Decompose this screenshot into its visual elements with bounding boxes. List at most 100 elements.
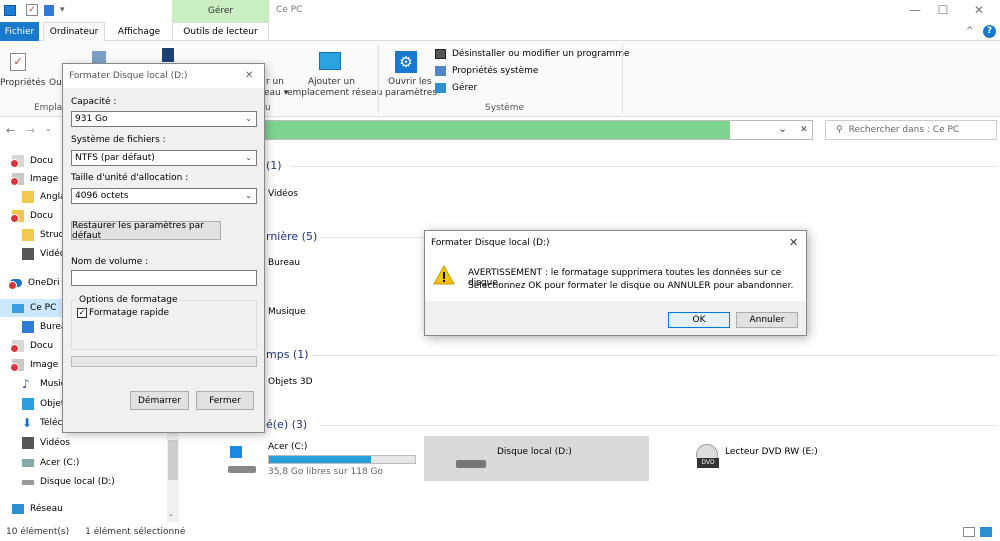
folder-objets-3d-label[interactable]: Objets 3D <box>268 377 313 387</box>
recent-dropdown-icon[interactable]: ⌄ <box>45 124 52 133</box>
minimize-button[interactable]: — <box>902 3 928 19</box>
ribbon-map-drive-label2[interactable]: eau ▾ <box>264 88 288 98</box>
nav-item-anglais[interactable]: Angla <box>22 188 66 206</box>
warning-icon <box>433 265 455 285</box>
ribbon-system-properties-label[interactable]: Propriétés système <box>452 66 538 76</box>
tab-affichage[interactable]: Affichage <box>112 22 166 41</box>
warning-dialog-title: Formater Disque local (D:) <box>431 238 550 248</box>
help-icon[interactable]: ? <box>983 25 996 38</box>
nav-item-onedrive[interactable]: OneDri <box>8 274 59 292</box>
ok-button[interactable]: OK <box>668 312 730 328</box>
ribbon-group-systeme: Système <box>485 103 525 113</box>
sync-error-icon <box>10 363 19 372</box>
ribbon-open-settings-label2[interactable]: paramètres <box>385 88 437 98</box>
folder-bureau-label[interactable]: Bureau <box>268 258 300 268</box>
nav-item-ce-pc[interactable]: Ce PC <box>0 299 62 317</box>
tab-outils-de-lecteur[interactable]: Outils de lecteur <box>172 22 269 41</box>
tab-fichier[interactable]: Fichier <box>0 22 39 41</box>
folder-videos-label[interactable]: Vidéos <box>268 189 298 199</box>
drive-c[interactable] <box>228 446 258 478</box>
format-dialog-close-icon[interactable]: ✕ <box>245 70 253 81</box>
drive-icon <box>22 479 34 485</box>
ribbon-map-drive-label[interactable]: r un <box>266 77 284 87</box>
address-bar[interactable] <box>176 120 813 140</box>
map-drive-icon[interactable] <box>162 48 174 62</box>
ribbon-proprietes-label[interactable]: Propriétés <box>0 78 45 88</box>
system-properties-icon[interactable] <box>435 66 446 76</box>
windows-logo-icon <box>230 446 242 458</box>
scroll-down-icon[interactable]: ⌄ <box>168 510 174 518</box>
drive-c-name[interactable]: Acer (C:) <box>268 442 307 452</box>
section-header-2[interactable]: rnière (5) <box>266 230 317 243</box>
manage-icon[interactable] <box>435 83 446 93</box>
new-folder-qa-icon[interactable] <box>44 5 54 16</box>
warning-dialog-close-icon[interactable]: ✕ <box>789 236 798 249</box>
capacity-select[interactable]: 931 Go ⌄ <box>71 111 257 127</box>
nav-item-acer-c[interactable]: Acer (C:) <box>22 454 79 472</box>
status-bar: 10 élément(s) 1 élément sélectionné <box>0 523 1000 541</box>
close-button[interactable]: ✕ <box>966 3 992 19</box>
nav-item-documents[interactable]: Docu <box>10 152 53 170</box>
nav-item-disque-d[interactable]: Disque local (D:) <box>22 473 115 491</box>
maximize-button[interactable]: ☐ <box>930 3 956 19</box>
qa-dropdown-icon[interactable]: ▾ <box>60 5 65 15</box>
nav-item-images[interactable]: Image <box>10 170 58 188</box>
nav-item-reseau[interactable]: Réseau <box>12 500 63 518</box>
section-divider <box>320 237 424 238</box>
ribbon-manage-label[interactable]: Gérer <box>452 83 477 93</box>
allocation-size-select[interactable]: 4096 octets ⌄ <box>71 188 257 204</box>
section-header-4[interactable]: é(e) (3) <box>266 418 307 431</box>
search-placeholder: Rechercher dans : Ce PC <box>848 125 960 135</box>
quick-format-checkbox[interactable]: ✓ <box>77 308 87 318</box>
filesystem-select[interactable]: NTFS (par défaut) ⌄ <box>71 150 257 166</box>
nav-item-musique[interactable]: ♪ Music <box>22 375 66 393</box>
ribbon-add-network-label2[interactable]: emplacement réseau <box>287 88 382 98</box>
collapse-ribbon-icon[interactable]: ^ <box>966 26 974 36</box>
drive-d-selected[interactable] <box>424 436 649 481</box>
address-dropdown-icon[interactable]: ⌄ <box>778 122 787 135</box>
ribbon-uninstall-label[interactable]: Désinstaller ou modifier un programme <box>452 49 630 59</box>
network-location-icon[interactable] <box>319 52 341 70</box>
large-icons-view-icon[interactable] <box>980 527 992 537</box>
start-button[interactable]: Démarrer <box>130 391 189 410</box>
section-header-3[interactable]: mps (1) <box>266 348 309 361</box>
ribbon-open-settings-label[interactable]: Ouvrir les <box>388 77 432 87</box>
tab-ordinateur[interactable]: Ordinateur <box>43 22 105 41</box>
back-arrow-icon[interactable]: ← <box>6 124 15 137</box>
folder-musique-label[interactable]: Musique <box>268 307 306 317</box>
sync-error-icon <box>10 214 19 223</box>
section-header-1[interactable]: (1) <box>266 159 282 172</box>
manage-tab-header[interactable]: Gérer <box>172 0 269 22</box>
sync-error-icon <box>10 159 19 168</box>
cancel-button[interactable]: Annuler <box>736 312 798 328</box>
nav-item-bureau[interactable]: Burea <box>22 318 66 336</box>
download-arrow-icon: ⬇ <box>22 416 33 430</box>
volume-name-input[interactable] <box>71 270 257 286</box>
drive-e-name[interactable]: Lecteur DVD RW (E:) <box>725 447 818 457</box>
nav-item-objets-3d[interactable]: Objet <box>22 395 64 413</box>
nav-item-documents-3[interactable]: Docu <box>10 337 53 355</box>
drive-d-icon <box>456 460 486 468</box>
properties-icon[interactable]: ✓ <box>10 53 26 71</box>
quick-format-label[interactable]: Formatage rapide <box>89 308 169 318</box>
forward-arrow-icon[interactable]: → <box>26 124 35 137</box>
nav-item-images-2[interactable]: Image <box>10 356 58 374</box>
dvd-badge: DVD <box>697 458 719 468</box>
restore-defaults-button[interactable]: Restaurer les paramètres par défaut <box>71 221 221 241</box>
nav-scrollbar-thumb[interactable] <box>168 440 178 480</box>
nav-item-telechargements[interactable]: ⬇ Téléc <box>22 414 63 432</box>
properties-qa-icon[interactable]: ✓ <box>26 4 38 16</box>
nav-item-structure[interactable]: Struct <box>22 226 67 244</box>
nav-item-videos-1[interactable]: Vidéo <box>22 245 65 263</box>
search-box[interactable]: ⚲ Rechercher dans : Ce PC <box>825 120 997 140</box>
settings-gear-icon[interactable]: ⚙ <box>395 51 417 73</box>
address-clear-icon[interactable]: ✕ <box>800 125 808 135</box>
details-view-icon[interactable] <box>963 527 975 537</box>
drive-d-name[interactable]: Disque local (D:) <box>497 447 572 457</box>
nav-item-videos[interactable]: Vidéos <box>22 434 70 452</box>
ribbon-add-network-label[interactable]: Ajouter un <box>308 77 355 87</box>
uninstall-icon[interactable] <box>435 49 446 59</box>
nav-item-documents-2[interactable]: Docu <box>10 207 53 225</box>
ribbon-open-label[interactable]: Ou <box>49 78 62 88</box>
close-dialog-button[interactable]: Fermer <box>196 391 254 410</box>
